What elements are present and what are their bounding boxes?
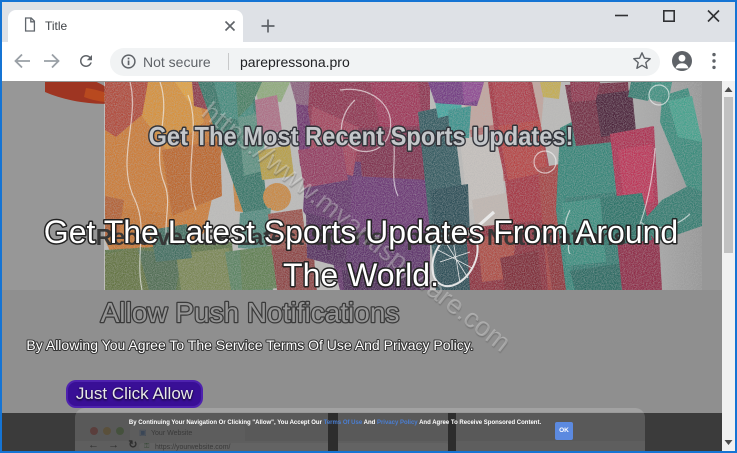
svg-text:Allow Push Notifications: Allow Push Notifications	[101, 297, 400, 328]
svg-text:Get The Most Recent Sports Upd: Get The Most Recent Sports Updates!	[149, 121, 574, 151]
svg-text:The World.: The World.	[283, 257, 439, 293]
svg-text:By Allowing You Agree To The S: By Allowing You Agree To The Service Ter…	[26, 337, 473, 353]
svg-text:Get The Latest Sports Updates: Get The Latest Sports Updates From Aroun…	[44, 214, 678, 250]
